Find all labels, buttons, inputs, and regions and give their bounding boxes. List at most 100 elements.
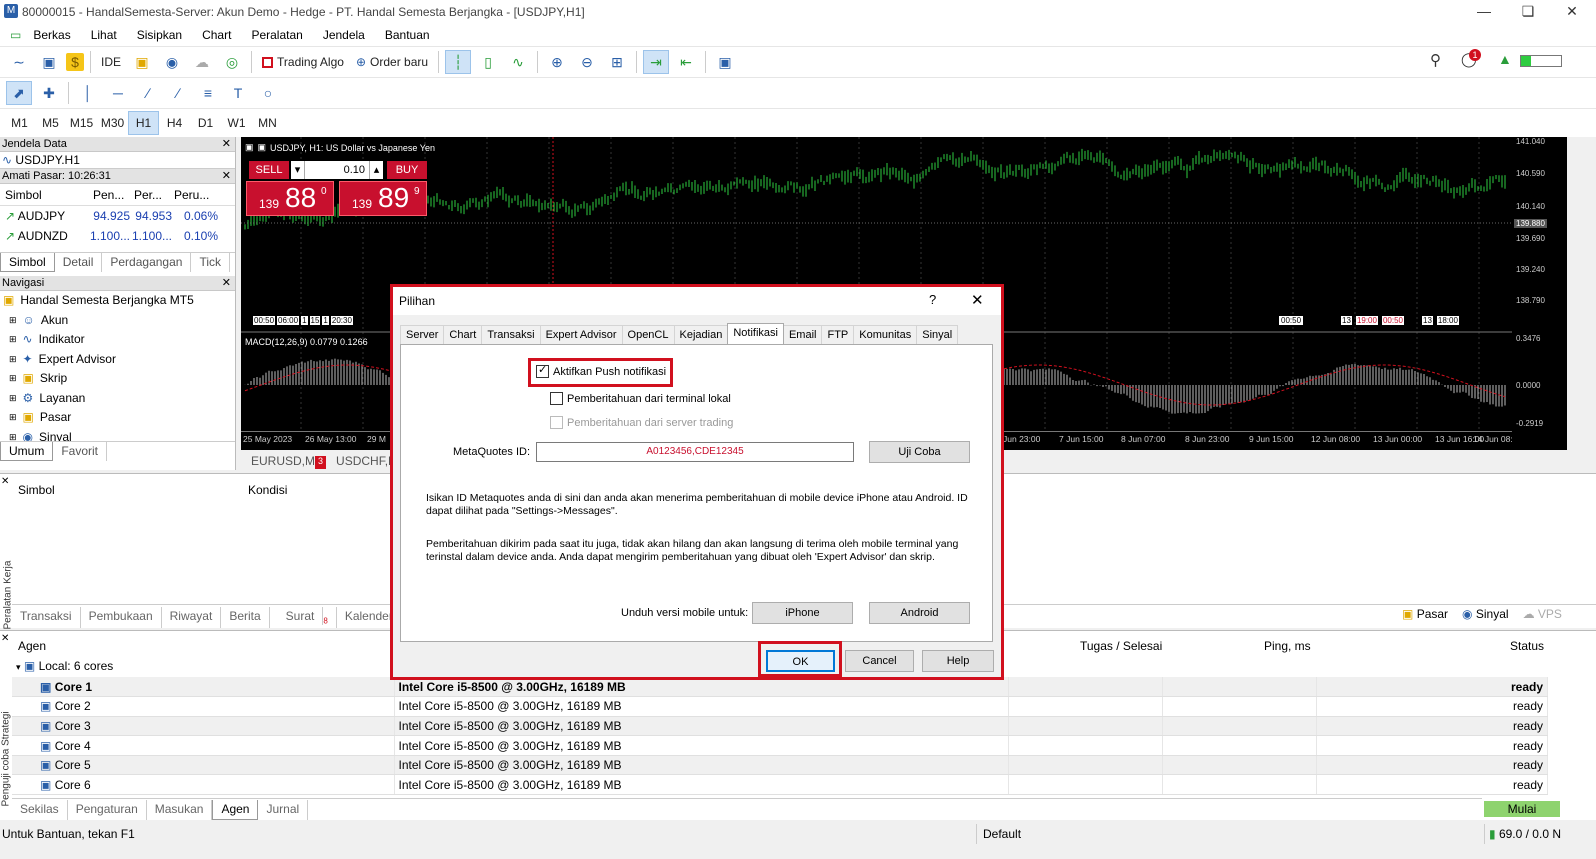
close-button[interactable]: ✕ bbox=[1550, 0, 1594, 24]
bar-chart-icon[interactable]: ┆ bbox=[445, 50, 472, 74]
help-button[interactable]: Help bbox=[922, 650, 994, 672]
menu-peralatan[interactable]: Peralatan bbox=[251, 28, 302, 42]
nav-root[interactable]: ▣ Handal Semesta Berjangka MT5 bbox=[3, 291, 235, 311]
sinyal-link[interactable]: ◉ Sinyal bbox=[1462, 607, 1509, 621]
cloud-icon[interactable]: ☁ bbox=[189, 50, 215, 74]
trading-algo-button[interactable]: Trading Algo bbox=[262, 55, 344, 69]
mw-row[interactable]: ↗ AUDJPY 94.925 94.953 0.06% bbox=[0, 206, 235, 226]
buy-label[interactable]: BUY bbox=[387, 161, 427, 179]
navigator-close[interactable]: ✕ bbox=[222, 276, 231, 291]
horizontal-line-icon[interactable]: ─ bbox=[105, 81, 131, 105]
tab-simbol[interactable]: Simbol bbox=[0, 253, 55, 272]
nav-item-sinyal[interactable]: ⊞ ◉ Sinyal bbox=[3, 428, 235, 442]
mw-col-symbol[interactable]: Simbol bbox=[0, 184, 88, 205]
test-button[interactable]: Uji Coba bbox=[869, 441, 970, 463]
mw-col-change[interactable]: Peru... bbox=[170, 184, 216, 205]
tab-pembukaan[interactable]: Pembukaan bbox=[81, 607, 162, 628]
globe-icon[interactable]: ◎ bbox=[219, 50, 245, 74]
dtab-expert-advisor[interactable]: Expert Advisor bbox=[539, 325, 623, 346]
data-window-symbol-row[interactable]: ∿ USDJPY.H1 bbox=[0, 152, 235, 169]
dtab-transaksi[interactable]: Transaksi bbox=[481, 325, 541, 346]
screenshot-icon[interactable]: ▣ bbox=[712, 50, 738, 74]
alerts-col-symbol[interactable]: Simbol bbox=[18, 483, 55, 497]
vertical-line-icon[interactable]: │ bbox=[75, 81, 101, 105]
dialog-close-button[interactable]: ✕ bbox=[971, 291, 984, 309]
tf-w1[interactable]: W1 bbox=[221, 111, 252, 135]
menu-jendela[interactable]: Jendela bbox=[323, 28, 365, 42]
iphone-button[interactable]: iPhone bbox=[752, 602, 853, 624]
agent-row[interactable]: ▣ Core 4 Intel Core i5-8500 @ 3.00GHz, 16… bbox=[12, 735, 1548, 756]
tab-surat[interactable]: Surat 8 bbox=[270, 607, 337, 628]
dtab-chart[interactable]: Chart bbox=[443, 325, 483, 346]
dtab-opencl[interactable]: OpenCL bbox=[621, 325, 675, 346]
tab-agen[interactable]: Agen bbox=[212, 800, 259, 820]
zoom-in-icon[interactable]: ⊕ bbox=[544, 50, 570, 74]
dtab-komunitas[interactable]: Komunitas bbox=[853, 325, 918, 346]
new-order-button[interactable]: ⊕ Order baru bbox=[356, 55, 428, 69]
agent-row[interactable]: ▣ Core 6 Intel Core i5-8500 @ 3.00GHz, 16… bbox=[12, 774, 1548, 796]
tab-umum[interactable]: Umum bbox=[0, 442, 54, 461]
tab-favorit[interactable]: Favorit bbox=[53, 442, 108, 461]
mw-col-ask[interactable]: Per... bbox=[130, 184, 170, 205]
tester-col-tasks[interactable]: Tugas / Selesai bbox=[1080, 639, 1162, 653]
lot-size-input[interactable]: ▾ 0.10 ▴ bbox=[291, 161, 383, 179]
tester-col-ping[interactable]: Ping, ms bbox=[1264, 639, 1311, 653]
tester-close-icon[interactable]: ✕ bbox=[1, 633, 9, 644]
dialog-help-button[interactable]: ? bbox=[929, 292, 936, 307]
nav-item-skrip[interactable]: ⊞ ▣ Skrip bbox=[3, 369, 235, 389]
autoscroll-icon[interactable]: ⇥ bbox=[643, 50, 670, 74]
lock-icon[interactable]: ▣ bbox=[129, 50, 155, 74]
alerts-col-condition[interactable]: Kondisi bbox=[248, 483, 287, 497]
fibonacci-icon[interactable]: ≡ bbox=[195, 81, 221, 105]
mw-row[interactable]: ↗ AUDNZD 1.100... 1.100... 0.10% bbox=[0, 226, 235, 246]
lot-down-icon[interactable]: ▾ bbox=[291, 161, 305, 179]
menu-chart[interactable]: Chart bbox=[202, 28, 231, 42]
sell-button[interactable]: 139 88 0 bbox=[246, 181, 334, 216]
text-icon[interactable]: T bbox=[225, 81, 251, 105]
app-menu-icon[interactable]: ▭ bbox=[10, 28, 21, 42]
dtab-sinyal[interactable]: Sinyal bbox=[916, 325, 959, 346]
tab-pengaturan[interactable]: Pengaturan bbox=[68, 800, 147, 820]
tf-m5[interactable]: M5 bbox=[35, 111, 66, 135]
tab-sekilas[interactable]: Sekilas bbox=[12, 800, 68, 820]
tf-m30[interactable]: M30 bbox=[97, 111, 128, 135]
menu-sisipkan[interactable]: Sisipkan bbox=[137, 28, 182, 42]
dtab-server[interactable]: Server bbox=[400, 325, 445, 346]
nav-item-layanan[interactable]: ⊞ ⚙ Layanan bbox=[3, 389, 235, 409]
nav-item-indikator[interactable]: ⊞ ∿ Indikator bbox=[3, 330, 235, 350]
android-button[interactable]: Android bbox=[869, 602, 970, 624]
tf-d1[interactable]: D1 bbox=[190, 111, 221, 135]
dollar-icon[interactable]: $ bbox=[66, 53, 84, 71]
tab-riwayat[interactable]: Riwayat bbox=[162, 607, 222, 628]
tile-windows-icon[interactable]: ⊞ bbox=[604, 50, 630, 74]
mw-col-bid[interactable]: Pen... bbox=[88, 184, 130, 205]
tester-col-status[interactable]: Status bbox=[1510, 639, 1544, 653]
signal-icon[interactable]: ◉ bbox=[159, 50, 185, 74]
channel-icon[interactable]: ∕ bbox=[165, 81, 191, 105]
market-watch-close[interactable]: ✕ bbox=[222, 169, 231, 184]
restore-button[interactable]: ❏ bbox=[1506, 0, 1550, 24]
tab-tick[interactable]: Tick bbox=[191, 253, 231, 272]
agent-row[interactable]: ▣ Core 2 Intel Core i5-8500 @ 3.00GHz, 16… bbox=[12, 696, 1548, 717]
metaquotes-id-input[interactable]: A0123456,CDE12345 bbox=[536, 442, 854, 462]
tf-m15[interactable]: M15 bbox=[66, 111, 97, 135]
lot-up-icon[interactable]: ▴ bbox=[369, 161, 383, 179]
search-icon[interactable]: ⚲ bbox=[1430, 51, 1441, 69]
sell-label[interactable]: SELL bbox=[249, 161, 289, 179]
profiles-icon[interactable]: ▣ bbox=[36, 50, 62, 74]
dtab-ftp[interactable]: FTP bbox=[821, 325, 855, 346]
tester-col-agen[interactable]: Agen bbox=[18, 639, 46, 653]
candle-chart-icon[interactable]: ▯ bbox=[475, 50, 501, 74]
push-notification-checkbox[interactable]: ✓ Aktifkan Push notifikasi bbox=[536, 364, 666, 378]
local-terminal-checkbox[interactable]: Pemberitahuan dari terminal lokal bbox=[550, 392, 731, 405]
tab-transaksi[interactable]: Transaksi bbox=[12, 607, 81, 628]
buy-button[interactable]: 139 89 9 bbox=[339, 181, 427, 216]
minimize-button[interactable]: — bbox=[1462, 0, 1506, 24]
dtab-email[interactable]: Email bbox=[782, 325, 823, 346]
chart-shift-icon[interactable]: ⇤ bbox=[673, 50, 699, 74]
account-level-icon[interactable]: ▲ bbox=[1498, 51, 1512, 67]
tab-berita[interactable]: Berita bbox=[221, 607, 270, 628]
tab-detail[interactable]: Detail bbox=[55, 253, 103, 272]
tf-h4[interactable]: H4 bbox=[159, 111, 190, 135]
agent-row[interactable]: ▣ Core 3 Intel Core i5-8500 @ 3.00GHz, 16… bbox=[12, 716, 1548, 737]
